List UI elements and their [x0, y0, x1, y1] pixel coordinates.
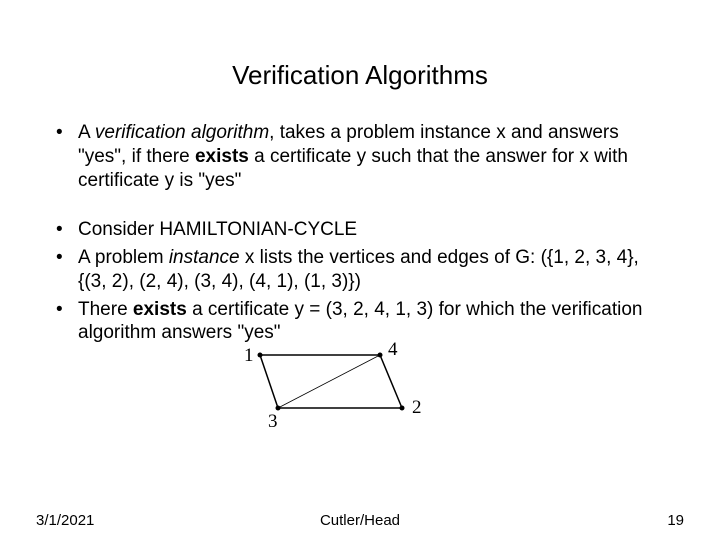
bullet-3: A problem instance x lists the vertices …: [50, 246, 670, 294]
graph-svg: [230, 343, 430, 433]
hamiltonian-graph: 1 4 2 3: [230, 343, 430, 433]
text: There: [78, 299, 133, 320]
text-bold: exists: [195, 146, 249, 167]
footer-center: Cutler/Head: [0, 512, 720, 529]
footer-page: 19: [667, 512, 684, 529]
text-italic: verification algorithm: [95, 122, 269, 143]
text-italic: instance: [169, 247, 240, 268]
page-title: Verification Algorithms: [50, 60, 670, 91]
text: A: [78, 122, 95, 143]
bullet-2: Consider HAMILTONIAN-CYCLE: [50, 218, 670, 242]
vertex-label-2: 2: [412, 397, 422, 419]
bullet-4: There exists a certificate y = (3, 2, 4,…: [50, 298, 670, 346]
vertex-label-4: 4: [388, 339, 398, 361]
text-bold: exists: [133, 299, 187, 320]
text: A problem: [78, 247, 169, 268]
vertex-label-3: 3: [268, 411, 278, 433]
vertex-label-1: 1: [244, 345, 254, 367]
bullet-list: A verification algorithm, takes a proble…: [50, 121, 670, 345]
bullet-1: A verification algorithm, takes a proble…: [50, 121, 670, 192]
